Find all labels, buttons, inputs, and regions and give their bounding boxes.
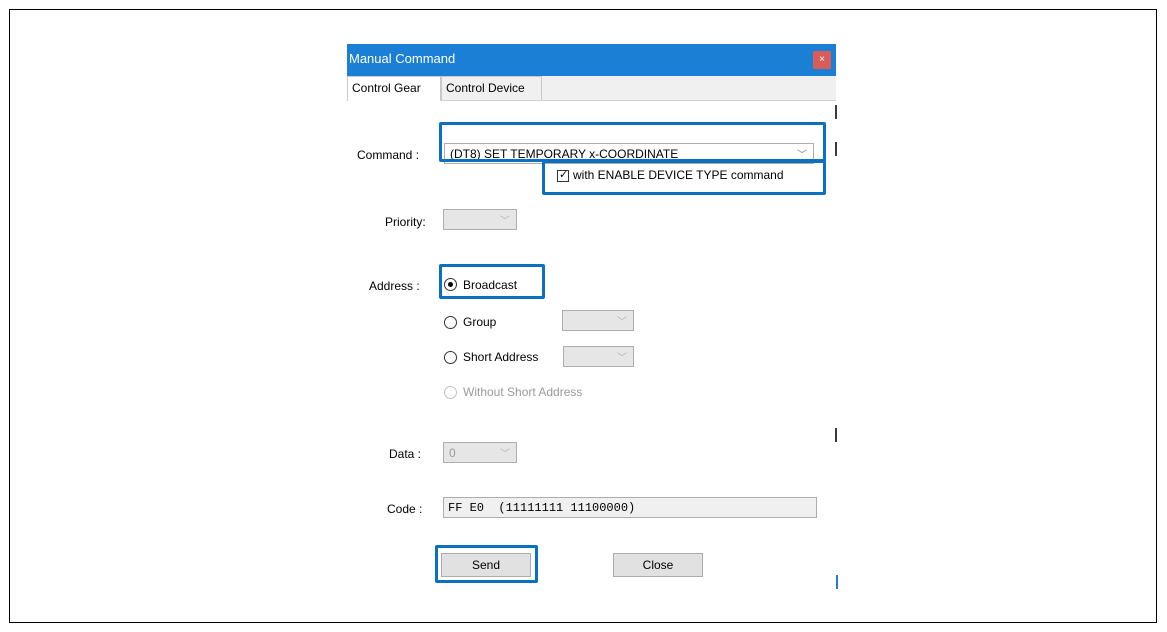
data-select[interactable]: 0 ﹀ [443, 442, 517, 463]
close-button[interactable]: Close [613, 553, 703, 577]
without-short-address-radio[interactable] [444, 386, 457, 399]
tab-control-gear[interactable]: Control Gear [347, 76, 441, 101]
code-value: FF E0 (11111111 11100000) [448, 501, 636, 515]
command-highlight [439, 122, 826, 162]
short-address-radio[interactable] [444, 351, 457, 364]
tab-label: Control Gear [352, 81, 421, 95]
close-window-button[interactable]: × [813, 51, 831, 69]
edge-mark [835, 105, 837, 119]
tab-control-device[interactable]: Control Device [441, 76, 542, 100]
tab-label: Control Device [446, 81, 525, 95]
tab-strip: Control Gear Control Device [347, 76, 836, 101]
code-label: Code : [387, 502, 423, 516]
broadcast-highlight [439, 264, 545, 299]
window-title: Manual Command [349, 51, 456, 66]
address-label: Address : [369, 279, 420, 293]
code-field: FF E0 (11111111 11100000) [443, 497, 817, 518]
chevron-down-icon: ﹀ [617, 317, 627, 328]
chevron-down-icon: ﹀ [500, 216, 510, 227]
edge-mark [836, 575, 838, 589]
priority-label: Priority: [385, 215, 426, 229]
edge-mark [835, 142, 837, 156]
without-short-address-label: Without Short Address [463, 385, 583, 399]
group-radio[interactable] [444, 316, 457, 329]
data-value: 0 [449, 446, 456, 460]
title-bar: Manual Command × [347, 44, 836, 76]
edge-mark [835, 428, 837, 442]
group-select[interactable]: ﹀ [562, 310, 634, 331]
data-label: Data : [389, 447, 422, 461]
enable-device-type-highlight [542, 160, 826, 195]
priority-select[interactable]: ﹀ [443, 209, 517, 230]
send-highlight [435, 545, 538, 583]
chevron-down-icon: ﹀ [617, 353, 627, 364]
short-address-label: Short Address [463, 350, 539, 364]
group-label: Group [463, 315, 497, 329]
chevron-down-icon: ﹀ [500, 449, 510, 460]
short-address-select[interactable]: ﹀ [563, 346, 634, 367]
close-icon: × [819, 54, 825, 65]
command-label: Command : [357, 148, 420, 162]
